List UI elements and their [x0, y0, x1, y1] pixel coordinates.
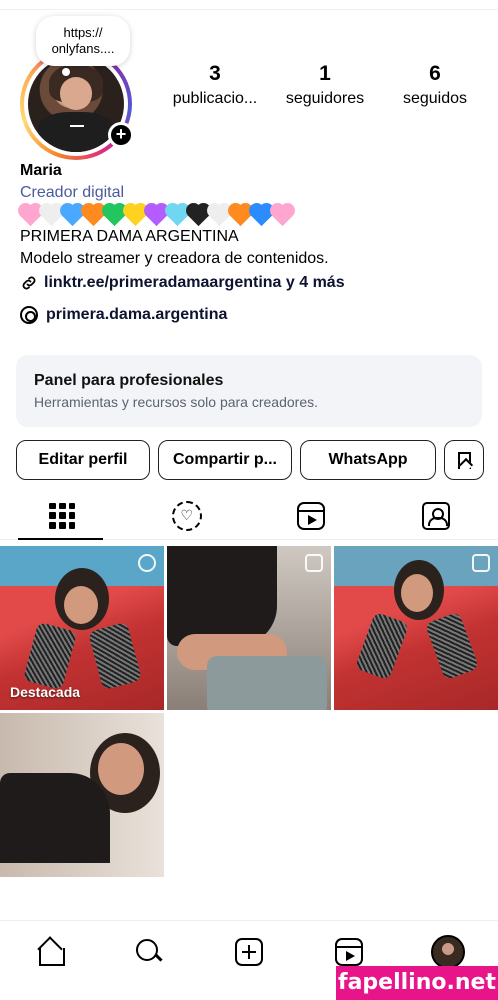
whatsapp-button[interactable]: WhatsApp [300, 440, 436, 480]
heart-emoji [61, 204, 84, 226]
heart-emoji [103, 204, 126, 226]
threads-handle: primera.dama.argentina [46, 306, 228, 323]
multi-post-icon [305, 554, 323, 572]
watermark: fapellino.net [336, 966, 498, 1000]
bio-line-2: Modelo streamer y creadora de contenidos… [20, 250, 329, 267]
nav-create[interactable] [199, 937, 299, 966]
stat-value: 3 [209, 62, 221, 85]
subscribers-heart-icon [138, 554, 156, 572]
heart-emoji [40, 204, 63, 226]
post-thumbnail[interactable] [0, 713, 164, 877]
panel-subtitle: Herramientas y recursos solo para creado… [34, 394, 319, 410]
heart-emoji [187, 204, 210, 226]
profile-stats: 3 publicacio... 1 seguidores 6 seguidos [160, 60, 490, 110]
heart-emoji [82, 204, 105, 226]
note-bubble[interactable]: https:// onlyfans.... [36, 16, 130, 76]
nav-home[interactable] [0, 939, 100, 966]
status-bar [0, 0, 498, 10]
heart-circle-icon: ♡ [171, 500, 202, 531]
profile-avatar-icon [431, 934, 466, 969]
nav-search[interactable] [100, 938, 200, 965]
tab-tagged[interactable] [374, 492, 498, 539]
professional-dashboard[interactable]: Panel para profesionales Herramientas y … [16, 355, 482, 427]
add-story-icon[interactable]: + [108, 122, 134, 148]
heart-emoji [208, 204, 231, 226]
panel-title: Panel para profesionales [34, 372, 224, 389]
stat-label: seguidos [402, 90, 468, 107]
nav-profile[interactable] [398, 934, 498, 969]
profile-name: Maria [20, 162, 62, 179]
tab-subscribers[interactable]: ♡ [125, 492, 250, 539]
stat-followers[interactable]: 1 seguidores [270, 60, 380, 110]
grid-icon [49, 502, 76, 529]
heart-emoji [250, 204, 273, 226]
stat-value: 1 [319, 62, 331, 85]
tab-posts[interactable] [0, 492, 125, 540]
edit-profile-button[interactable]: Editar perfil [16, 440, 150, 480]
share-profile-button[interactable]: Compartir p... [158, 440, 292, 480]
tab-reels[interactable] [249, 492, 374, 539]
reels-icon [297, 501, 326, 530]
featured-label: Destacada [10, 684, 81, 700]
bookmark-icon [457, 451, 471, 469]
heart-emoji [166, 204, 189, 226]
link-icon [22, 276, 36, 290]
profile-bio: Maria Creador digital PRIMERA DAMA ARGEN… [19, 160, 480, 294]
link-text: linktr.ee/primeradamaargentina y 4 más [44, 274, 345, 291]
add-post-icon [234, 937, 263, 966]
home-icon [36, 939, 65, 966]
saved-button[interactable] [444, 440, 484, 480]
profile-actions: Editar perfil Compartir p... WhatsApp [16, 440, 484, 480]
stat-posts[interactable]: 3 publicacio... [160, 60, 270, 110]
profile-tabs: ♡ [0, 492, 498, 540]
heart-emoji [271, 204, 294, 226]
threads-icon [20, 306, 38, 324]
note-text: https:// onlyfans.... [51, 25, 115, 56]
heart-emoji [229, 204, 252, 226]
post-thumbnail[interactable] [334, 546, 498, 710]
bio-line-1: PRIMERA DAMA ARGENTINA [20, 228, 239, 245]
heart-emoji [124, 204, 147, 226]
stat-label: publicacio... [172, 90, 258, 107]
reel-icon [472, 554, 490, 572]
threads-link[interactable]: primera.dama.argentina [20, 306, 227, 324]
heart-emoji [19, 204, 42, 226]
stat-following[interactable]: 6 seguidos [380, 60, 490, 110]
profile-link[interactable]: linktr.ee/primeradamaargentina y 4 más [20, 272, 480, 294]
stat-value: 6 [429, 62, 441, 85]
stat-label: seguidores [285, 90, 365, 107]
post-thumbnail[interactable] [167, 546, 331, 710]
nav-reels[interactable] [299, 937, 399, 966]
heart-emoji-row [19, 204, 480, 226]
reels-icon [334, 937, 363, 966]
profile-category[interactable]: Creador digital [20, 182, 480, 204]
tagged-icon [421, 501, 450, 530]
heart-emoji [145, 204, 168, 226]
post-thumbnail[interactable]: Destacada [0, 546, 164, 710]
search-icon [136, 938, 162, 965]
